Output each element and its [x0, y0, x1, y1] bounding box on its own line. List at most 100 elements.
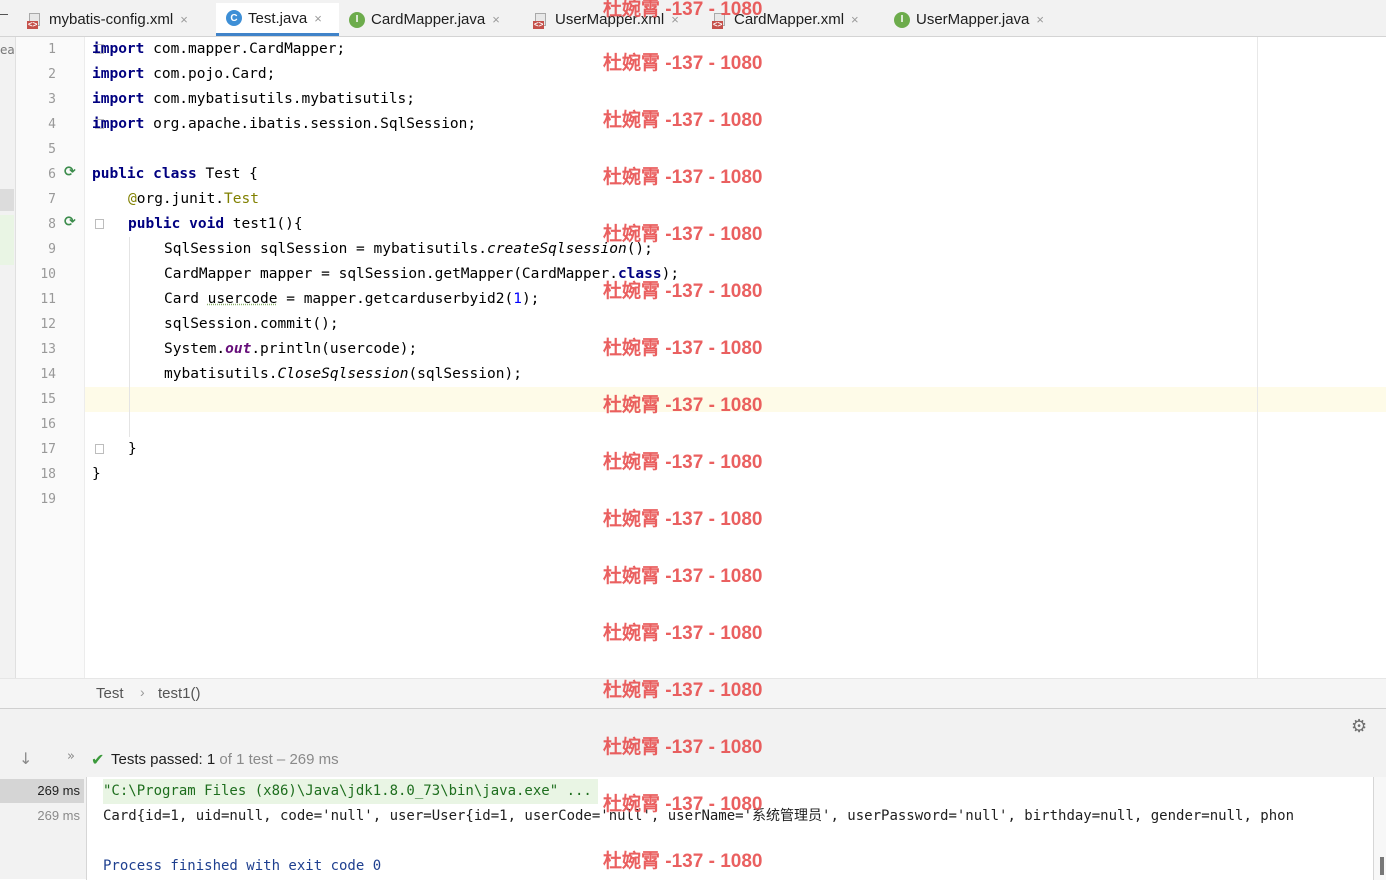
close-icon[interactable]: ×	[314, 11, 322, 26]
run-tool-window: ⚙ ↓ » ✔ Tests passed: 1 of 1 test – 269 …	[0, 708, 1386, 880]
code-line: import com.pojo.Card;	[92, 62, 275, 87]
tab-usermapper-java[interactable]: I UserMapper.java ×	[894, 3, 1064, 36]
test-tree-item[interactable]: 269 ms	[0, 779, 84, 803]
code-line: SqlSession sqlSession = mybatisutils.cre…	[164, 237, 653, 262]
tab-label: CardMapper.java	[371, 11, 486, 28]
status-count: 1	[206, 751, 216, 768]
code-text: SqlSession sqlSession = mybatisutils.	[164, 241, 488, 257]
code-text: }	[128, 441, 137, 457]
breadcrumb: Test › test1()	[0, 678, 1386, 708]
static-field: out	[225, 341, 252, 357]
test-duration: 269 ms	[37, 808, 80, 823]
code-text: test1(){	[224, 216, 303, 232]
code-line: }	[92, 462, 101, 487]
tab-cardmapper-xml[interactable]: CardMapper.xml ×	[712, 3, 882, 36]
tab-bar-edge	[0, 14, 8, 15]
line-number: 6	[48, 167, 56, 182]
code-line: sqlSession.commit();	[164, 312, 339, 337]
right-margin-guide	[1257, 37, 1258, 678]
run-test-icon[interactable]: ⟳	[64, 164, 76, 180]
tab-label: Test.java	[248, 9, 308, 27]
code-text: com.pojo.Card;	[144, 66, 276, 82]
close-icon[interactable]: ×	[180, 12, 188, 27]
code-text: ();	[626, 241, 653, 257]
test-status: Tests passed: 1 of 1 test – 269 ms	[111, 751, 339, 768]
scrollbar-thumb[interactable]	[1380, 857, 1384, 875]
run-test-icon[interactable]: ⟳	[64, 214, 76, 230]
line-number: 5	[48, 142, 56, 157]
code-text: .println(usercode);	[251, 341, 418, 357]
code-line: CardMapper mapper = sqlSession.getMapper…	[164, 262, 679, 287]
code-text: System.	[164, 341, 226, 357]
xml-file-icon	[712, 12, 728, 29]
keyword: void	[189, 216, 225, 232]
code-text: }	[92, 466, 101, 482]
gear-icon[interactable]: ⚙	[1351, 716, 1367, 737]
code-text: com.mapper.CardMapper;	[144, 41, 346, 57]
close-icon[interactable]: ×	[671, 12, 679, 27]
breadcrumb-class[interactable]: Test	[96, 685, 124, 702]
left-strip-text: ea	[0, 43, 15, 57]
interface-file-icon: I	[349, 11, 365, 28]
keyword: class	[617, 266, 662, 282]
code-text: org.apache.ibatis.session.SqlSession;	[144, 116, 477, 132]
code-text: );	[521, 291, 540, 307]
code-line: Card usercode = mapper.getcarduserbyid2(…	[164, 287, 539, 312]
close-icon[interactable]: ×	[1036, 12, 1044, 27]
line-number: 4	[48, 117, 56, 132]
code-line: import com.mapper.CardMapper;	[92, 37, 345, 62]
console-scrollbar[interactable]	[1374, 777, 1386, 880]
status-prefix: Tests passed:	[111, 751, 207, 768]
line-number: 19	[40, 492, 56, 507]
tab-mybatis-config-xml[interactable]: mybatis-config.xml ×	[27, 3, 210, 36]
code-text: Card	[164, 291, 208, 307]
line-number: 3	[48, 92, 56, 107]
keyword: import	[92, 91, 145, 107]
code-line: mybatisutils.CloseSqlsession(sqlSession)…	[164, 362, 522, 387]
breadcrumb-method[interactable]: test1()	[158, 685, 201, 702]
code-text: sqlSession.commit();	[164, 316, 339, 332]
console-output[interactable]: "C:\Program Files (x86)\Java\jdk1.8.0_73…	[86, 777, 1374, 880]
number-literal: 1	[513, 291, 522, 307]
keyword: import	[92, 116, 145, 132]
close-icon[interactable]: ×	[851, 12, 859, 27]
line-number: 1	[48, 42, 56, 57]
test-duration: 269 ms	[37, 783, 80, 798]
xml-file-icon	[533, 12, 549, 29]
gutter-marker	[0, 215, 14, 265]
tab-test-java[interactable]: C Test.java ×	[216, 3, 339, 36]
code-line: @org.junit.Test	[128, 187, 259, 212]
close-icon[interactable]: ×	[492, 12, 500, 27]
keyword: class	[153, 166, 197, 182]
console-output-line: Card{id=1, uid=null, code='null', user=U…	[103, 808, 1295, 824]
keyword: public	[128, 216, 181, 232]
line-number: 8	[48, 217, 56, 232]
breadcrumb-separator: ›	[140, 684, 145, 700]
status-rest: of 1 test – 269 ms	[215, 751, 339, 768]
code-text: );	[661, 266, 680, 282]
tab-cardmapper-java[interactable]: I CardMapper.java ×	[349, 3, 519, 36]
annotation-name: Test	[224, 191, 259, 207]
code-text-area[interactable]: import com.mapper.CardMapper; import com…	[85, 37, 1386, 678]
current-line-highlight	[85, 387, 1386, 412]
line-number: 16	[40, 417, 56, 432]
double-chevron-icon[interactable]: »	[67, 749, 75, 764]
class-file-icon: C	[226, 10, 242, 26]
xml-file-icon	[27, 12, 43, 29]
code-line: import org.apache.ibatis.session.SqlSess…	[92, 112, 476, 137]
code-editor[interactable]: ea 1 2 3 4 5 6 7 8 9 10 11 12 13 14 15 1…	[0, 37, 1386, 678]
line-number: 2	[48, 67, 56, 82]
keyword: import	[92, 41, 145, 57]
line-number-gutter[interactable]: 1 2 3 4 5 6 7 8 9 10 11 12 13 14 15 16 1…	[16, 37, 104, 678]
code-text: org.junit.	[136, 191, 225, 207]
down-arrow-icon[interactable]: ↓	[19, 749, 32, 768]
keyword: public	[92, 166, 145, 182]
interface-file-icon: I	[894, 11, 910, 28]
line-number: 17	[40, 442, 56, 457]
test-tree-item[interactable]: 269 ms	[0, 804, 84, 828]
tab-usermapper-xml[interactable]: UserMapper.xml ×	[533, 3, 703, 36]
tab-label: UserMapper.xml	[555, 11, 665, 28]
unused-variable: usercode	[207, 291, 278, 307]
line-number: 11	[40, 292, 56, 307]
editor-tab-bar: mybatis-config.xml × C Test.java × I Car…	[0, 0, 1386, 37]
